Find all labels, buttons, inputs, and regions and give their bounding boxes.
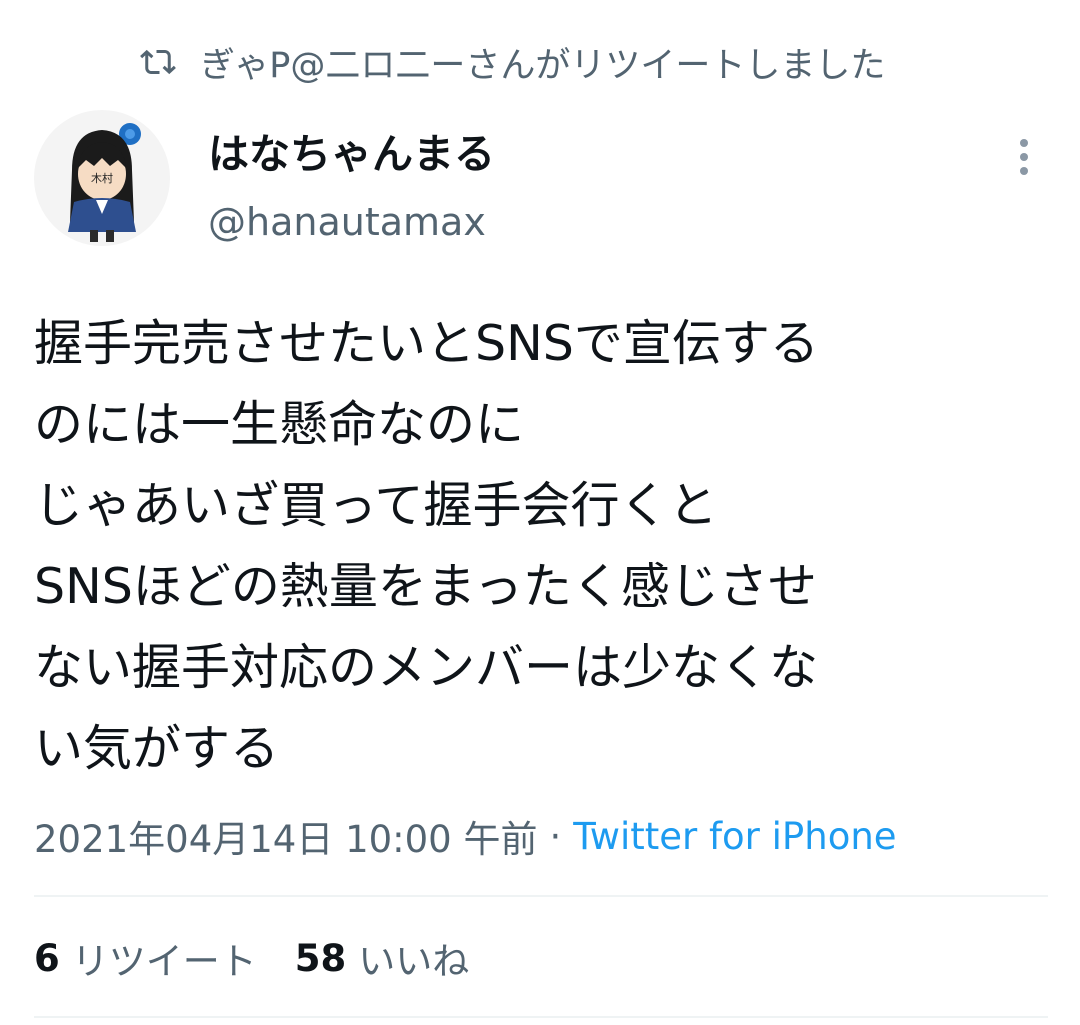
tweet-text-line: のには一生懸命なのに xyxy=(34,396,525,453)
likes-label: いいね xyxy=(358,940,470,983)
tweet-timestamp[interactable]: 2021年04月14日 10:00 午前 xyxy=(34,809,537,863)
tweet-meta: 2021年04月14日 10:00 午前 · Twitter for iPhon… xyxy=(34,808,897,864)
author-display-name[interactable]: はなちゃんまる xyxy=(208,126,495,182)
tweet-text-line: 握手完売させたいとSNSで宣伝する xyxy=(34,315,819,372)
more-options-icon[interactable] xyxy=(1004,134,1044,180)
tweet-text-line: SNSほどの熱量をまったく感じさせ xyxy=(34,558,817,615)
likes-count: 58 xyxy=(294,936,347,980)
retweet-notice[interactable]: ぎゃP@二ロ二ーさんがリツイートしました xyxy=(140,34,885,90)
tweet-text-line: ない握手対応のメンバーは少なくな xyxy=(34,639,819,696)
tweet-text-line: い気がする xyxy=(34,720,280,777)
retweet-icon xyxy=(140,44,176,80)
divider xyxy=(34,895,1048,897)
tweet-text: 握手完売させたいとSNSで宣伝する のには一生懸命なのに じゃあいざ買って握手会… xyxy=(34,303,1054,789)
retweet-notice-text: ぎゃP@二ロ二ーさんがリツイートしました xyxy=(200,45,886,86)
tweet-source-link[interactable]: Twitter for iPhone xyxy=(573,815,896,858)
avatar-label: 木村 xyxy=(91,171,113,185)
meta-separator: · xyxy=(549,814,562,858)
tweet-text-line: じゃあいざ買って握手会行くと xyxy=(34,477,718,534)
divider xyxy=(34,1016,1048,1018)
retweets-label: リツイート xyxy=(71,940,257,983)
author-handle[interactable]: @hanautamax xyxy=(208,196,486,248)
avatar[interactable]: 木村 xyxy=(34,110,170,246)
tweet-stats: 6 リツイート 58 いいね xyxy=(34,930,507,986)
retweets-count: 6 xyxy=(34,936,60,980)
retweets-stat[interactable]: 6 リツイート xyxy=(34,931,257,985)
likes-stat[interactable]: 58 いいね xyxy=(295,931,470,985)
